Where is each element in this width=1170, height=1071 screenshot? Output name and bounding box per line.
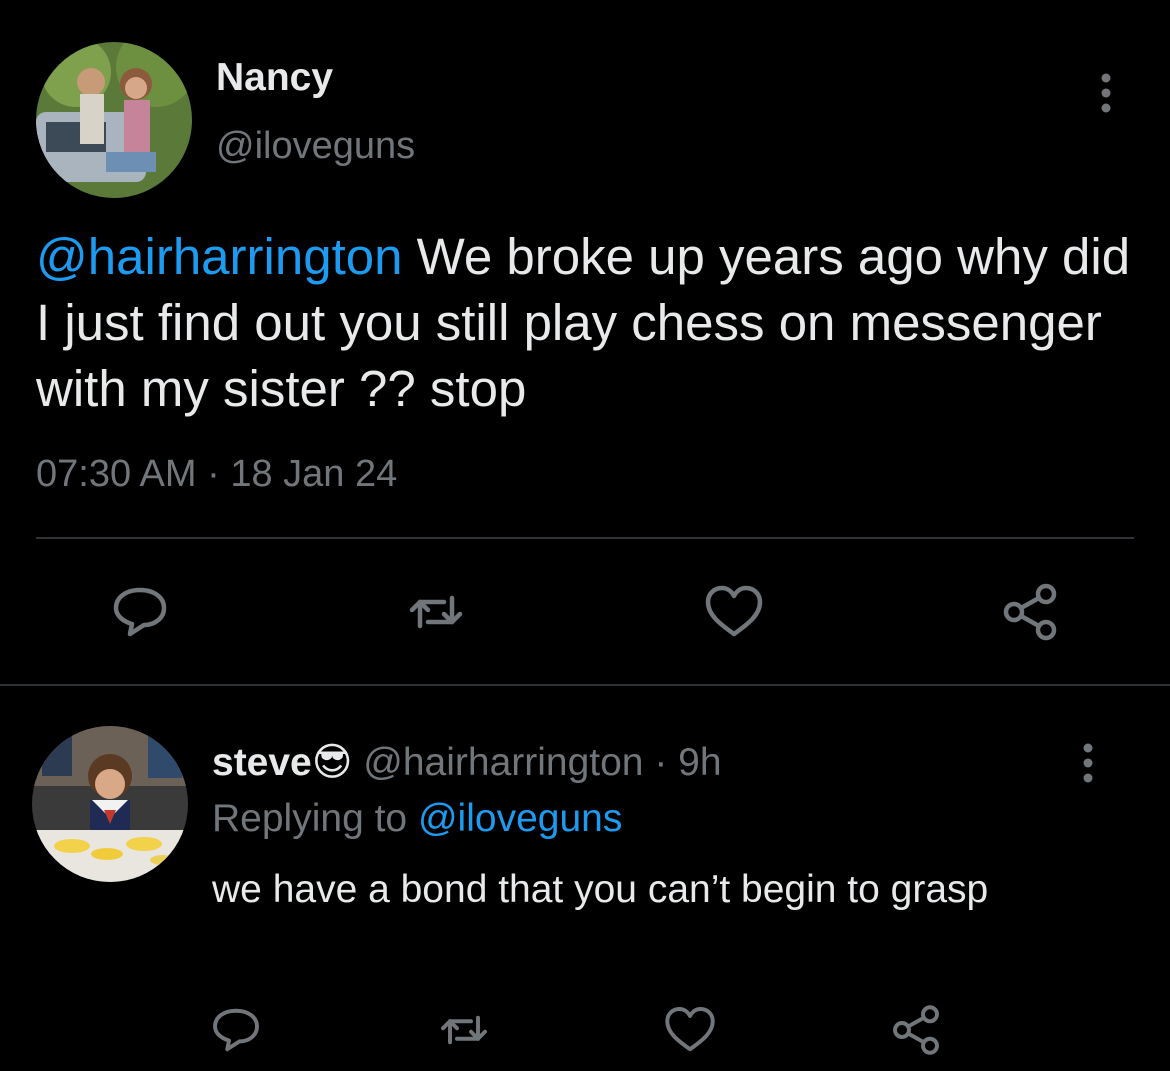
main-handle[interactable]: @iloveguns xyxy=(216,125,415,168)
share-icon[interactable] xyxy=(998,580,1062,644)
reply-icon[interactable] xyxy=(208,1002,264,1058)
more-icon[interactable] xyxy=(1088,70,1124,116)
retweet-icon[interactable] xyxy=(436,1002,492,1058)
reply-handle-and-time[interactable]: @hairharrington · 9h xyxy=(363,741,721,784)
reply-header: steve😎 @hairharrington · 9h xyxy=(212,740,722,785)
reply-text: we have a bond that you can’t begin to g… xyxy=(212,868,989,911)
main-display-name[interactable]: Nancy xyxy=(216,56,333,100)
main-avatar[interactable] xyxy=(36,42,192,198)
reply-icon[interactable] xyxy=(108,580,172,644)
replying-to-line: Replying to @iloveguns xyxy=(212,797,622,841)
sunglasses-emoji-icon: 😎 xyxy=(311,741,353,784)
main-tweet-text: @hairharrington We broke up years ago wh… xyxy=(36,224,1136,422)
replying-to-link[interactable]: @iloveguns xyxy=(418,797,622,840)
mention-link[interactable]: @hairharrington xyxy=(36,228,402,285)
avatar-photo xyxy=(36,42,192,198)
like-icon[interactable] xyxy=(702,580,766,644)
reply-display-name[interactable]: steve xyxy=(212,741,312,784)
more-icon[interactable] xyxy=(1070,740,1106,786)
divider xyxy=(36,537,1134,539)
tweet-separator xyxy=(0,684,1170,686)
retweet-icon[interactable] xyxy=(404,580,468,644)
avatar-photo xyxy=(32,726,188,882)
reply-avatar[interactable] xyxy=(32,726,188,882)
tweet-timestamp[interactable]: 07:30 AM · 18 Jan 24 xyxy=(36,453,397,496)
share-icon[interactable] xyxy=(888,1002,944,1058)
like-icon[interactable] xyxy=(662,1002,718,1058)
replying-prefix: Replying to xyxy=(212,797,418,840)
